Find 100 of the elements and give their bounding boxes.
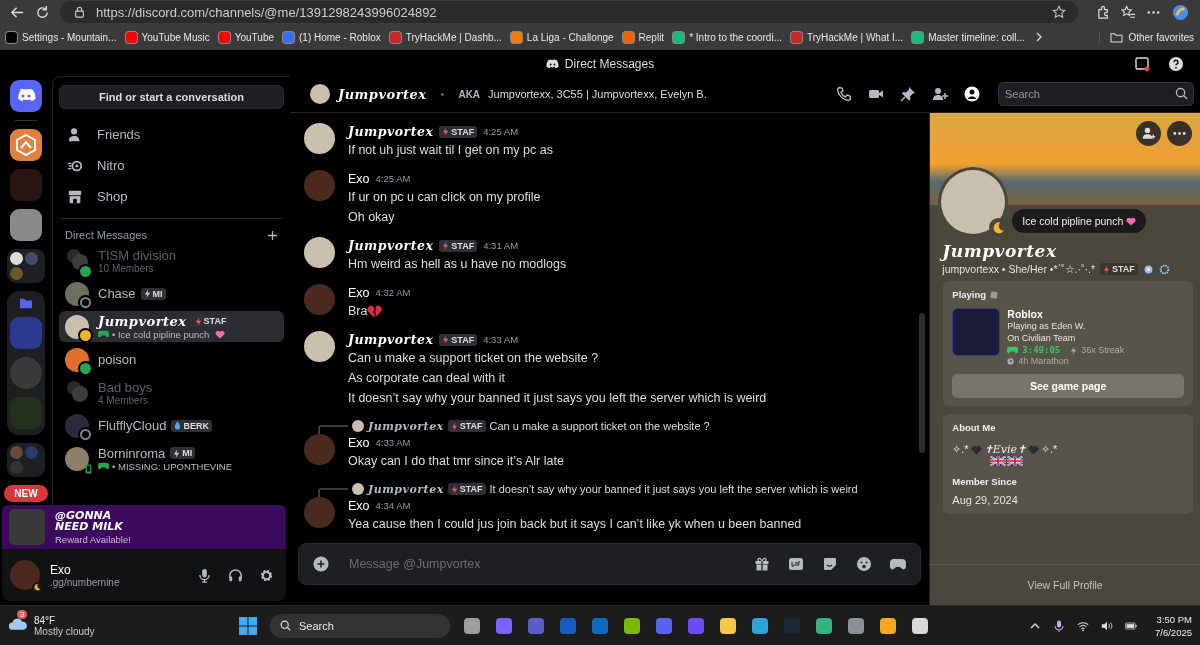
refresh-icon[interactable] (35, 4, 50, 20)
add-friend-icon[interactable] (1136, 121, 1161, 146)
message-author[interactable]: Jumpvortex (348, 332, 434, 347)
sticker-icon[interactable] (822, 556, 839, 572)
inbox-icon[interactable] (1134, 56, 1150, 72)
message-author[interactable]: Exo (348, 171, 370, 186)
bookmark[interactable]: * Intro to the coordi... (673, 31, 782, 43)
reply-preview[interactable]: Can u make a support ticket on the website ? (489, 420, 710, 432)
bookmark[interactable]: TryHackMe | Dashb... (389, 31, 502, 43)
add-friend-icon[interactable] (932, 86, 948, 102)
server-photo-placeholder[interactable] (10, 209, 42, 241)
promo-banner[interactable]: @GONNA NEED MILK Reward Available! (2, 505, 286, 549)
tag-label: STAF (203, 316, 227, 326)
taskbar-app-icon[interactable] (814, 615, 834, 636)
clock-date[interactable]: 7/6/2025 (1155, 625, 1192, 639)
reply-author[interactable]: Jumpvortex (368, 482, 444, 496)
taskbar-app-icon[interactable] (718, 615, 738, 636)
reward-picture-placeholder (9, 509, 45, 545)
nitro-badge-icon (1142, 263, 1154, 275)
message-author[interactable]: Exo (348, 435, 370, 450)
bookmark[interactable]: YouTube (218, 31, 274, 43)
member-since-date: Aug 29, 2024 (952, 494, 1019, 506)
bookmark[interactable]: Replit (622, 31, 665, 43)
message-composer[interactable]: Message @Jumpvortex (298, 543, 922, 585)
game-detail: On Civilian Team (1007, 332, 1077, 344)
wifi-icon[interactable] (1077, 619, 1089, 632)
weather-text: Mostly cloudy (34, 625, 95, 637)
conversation-item[interactable]: FlufflyCloud BERK (59, 410, 284, 441)
copilot-icon[interactable] (1171, 2, 1190, 22)
message-author[interactable]: Exo (348, 498, 370, 513)
conversation-item[interactable]: poison (59, 344, 284, 375)
conversation-item[interactable]: Jumpvortex STAF • Ice cold pipline punch (59, 311, 284, 342)
search-field[interactable]: Search (998, 82, 1194, 106)
other-favorites-button[interactable]: Other favorites (1099, 31, 1194, 43)
nav-item[interactable]: Friends (59, 119, 284, 150)
bookmark[interactable]: Master timeline: coll... (912, 31, 1025, 43)
gamepad-icon[interactable] (890, 556, 907, 572)
conversation-item[interactable]: Chase MI (59, 278, 284, 309)
flag-icon (990, 456, 1007, 466)
clock-time[interactable]: 3:50 PM (1155, 612, 1192, 626)
favorites-icon[interactable] (1121, 4, 1136, 20)
start-icon[interactable] (238, 615, 258, 636)
battery-icon[interactable] (1125, 619, 1137, 632)
message-input[interactable]: Message @Jumpvortex (347, 556, 737, 572)
phone-icon[interactable] (836, 86, 852, 102)
pin-icon[interactable] (900, 86, 916, 102)
group-avatar-icon (65, 246, 89, 271)
microphone-icon[interactable] (197, 567, 212, 583)
extensions-icon[interactable] (1096, 4, 1111, 20)
avatar-placeholder[interactable] (304, 331, 335, 362)
nav-item[interactable]: Nitro (59, 150, 284, 181)
bookmark[interactable]: La Liga - Challonge (510, 31, 614, 43)
nav-item[interactable]: Shop (59, 181, 284, 212)
speaker-icon[interactable] (1101, 619, 1113, 632)
section-heading: Direct Messages (65, 229, 147, 241)
gif-icon[interactable] (788, 556, 805, 572)
more-icon[interactable] (1167, 121, 1192, 146)
message-text: Oh okay (348, 209, 395, 226)
conversation-item[interactable]: Borninroma MI • MISSING: UPONTHEVINE (59, 443, 284, 474)
bolt-icon (1103, 264, 1110, 274)
server-icon[interactable] (10, 129, 42, 161)
microphone-icon[interactable] (1053, 619, 1065, 632)
address-bar[interactable]: https://discord.com/channels/@me/1391298243996024892 (60, 1, 1078, 23)
taskbar-app-icon[interactable] (878, 615, 898, 636)
taskbar-app-icon[interactable] (462, 615, 482, 636)
avatar-placeholder[interactable] (304, 123, 335, 154)
see-game-page-button[interactable]: See game page (952, 374, 1184, 398)
message-text: Can u make a support ticket on the website ? (348, 350, 599, 367)
emoji-icon[interactable] (856, 556, 873, 572)
bookmark[interactable]: (1) Home - Roblox (283, 31, 381, 43)
reply-preview[interactable]: It doesn’t say why your banned it just says you left the server which is weird (489, 483, 858, 495)
server-folder[interactable] (7, 249, 45, 283)
taskbar-app-icon[interactable] (846, 615, 866, 636)
avatar-placeholder (65, 413, 89, 438)
taskbar-app-icon[interactable] (750, 615, 770, 636)
bookmark[interactable]: Settings - Mountain... (6, 31, 117, 43)
bookmark[interactable]: YouTube Music (125, 31, 210, 43)
reply-author[interactable]: Jumpvortex (368, 419, 444, 433)
user-status: .gg/numbernine (50, 576, 121, 588)
discord-home-icon[interactable] (10, 80, 42, 112)
message-author[interactable]: Exo (348, 285, 370, 300)
plus-icon[interactable] (267, 229, 278, 241)
message-text: If not uh just wait til I get on my pc as (348, 142, 553, 159)
avatar-placeholder[interactable] (304, 237, 335, 268)
message-author[interactable]: Jumpvortex (348, 238, 434, 253)
find-conversation-button[interactable]: Find or start a conversation (59, 85, 284, 109)
taskbar-search[interactable]: Search (270, 613, 450, 638)
taskbar-app-icon[interactable] (622, 615, 642, 636)
plus-circle-icon[interactable] (313, 556, 329, 572)
headphones-icon[interactable] (228, 567, 243, 583)
view-full-profile-button[interactable]: View Full Profile (1021, 578, 1109, 592)
settings-icon[interactable] (259, 567, 274, 583)
taskbar-app-icon[interactable] (910, 615, 930, 636)
gift-icon[interactable] (754, 556, 771, 572)
help-icon[interactable] (1168, 56, 1184, 72)
message-author[interactable]: Jumpvortex (348, 124, 434, 139)
user-profile-icon[interactable] (964, 86, 980, 102)
star-icon[interactable] (1052, 5, 1066, 19)
member-count: 4 Members (98, 394, 148, 406)
bookmark[interactable]: TryHackMe | What I... (791, 31, 904, 43)
